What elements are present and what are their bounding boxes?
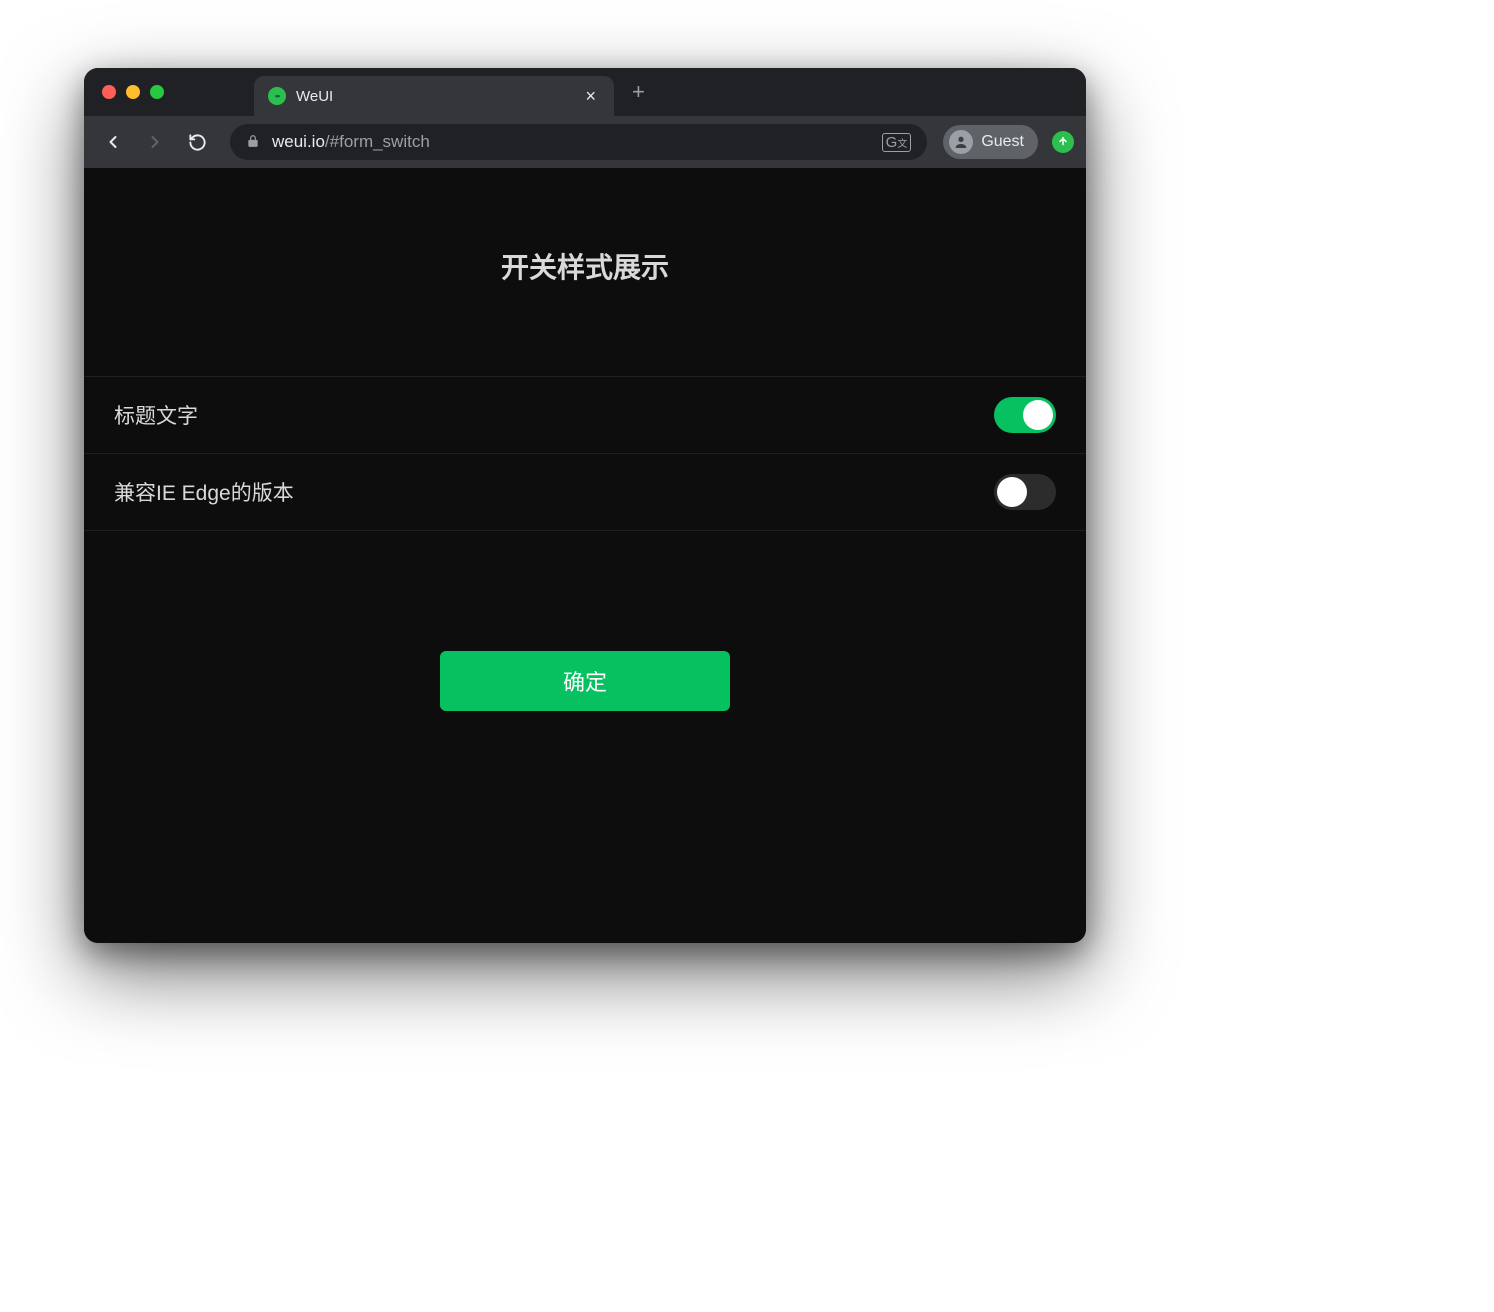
switch-ie-edge[interactable]	[994, 474, 1056, 510]
address-bar[interactable]: weui.io/#form_switch G文	[230, 124, 927, 160]
url-host: weui.io	[272, 132, 325, 151]
new-tab-button[interactable]: +	[632, 79, 645, 105]
url-path: /#form_switch	[325, 132, 430, 151]
window-controls	[102, 85, 164, 99]
back-button[interactable]	[96, 125, 130, 159]
reload-button[interactable]	[180, 125, 214, 159]
avatar-icon	[949, 130, 973, 154]
translate-icon[interactable]: G文	[882, 133, 912, 152]
forward-button[interactable]	[138, 125, 172, 159]
browser-toolbar: weui.io/#form_switch G文 Guest	[84, 116, 1086, 168]
tab-title: WeUI	[296, 88, 571, 105]
switch-title-text[interactable]	[994, 397, 1056, 433]
url-text: weui.io/#form_switch	[272, 132, 430, 152]
switch-knob	[997, 477, 1027, 507]
close-window-button[interactable]	[102, 85, 116, 99]
page-title: 开关样式展示	[84, 246, 1086, 286]
lock-icon	[246, 134, 260, 151]
page: 开关样式展示 标题文字 兼容IE Edge的版本 确定	[84, 168, 1086, 711]
maximize-window-button[interactable]	[150, 85, 164, 99]
submit-button[interactable]: 确定	[440, 651, 730, 711]
profile-label: Guest	[981, 133, 1024, 151]
button-area: 确定	[84, 651, 1086, 711]
profile-chip[interactable]: Guest	[943, 125, 1038, 159]
cell-label: 兼容IE Edge的版本	[114, 477, 294, 507]
browser-window: WeUI × + weui.io/#form_switch G文	[84, 68, 1086, 943]
page-viewport: 开关样式展示 标题文字 兼容IE Edge的版本 确定	[84, 168, 1086, 943]
switch-knob	[1023, 400, 1053, 430]
switch-cell-title-text: 标题文字	[84, 377, 1086, 454]
close-tab-button[interactable]: ×	[581, 86, 600, 107]
minimize-window-button[interactable]	[126, 85, 140, 99]
browser-tab[interactable]: WeUI ×	[254, 76, 614, 116]
tab-strip: WeUI × +	[84, 68, 1086, 116]
cell-label: 标题文字	[114, 400, 198, 430]
extension-badge-icon[interactable]	[1052, 131, 1074, 153]
switch-cells: 标题文字 兼容IE Edge的版本	[84, 376, 1086, 531]
switch-cell-ie-edge: 兼容IE Edge的版本	[84, 454, 1086, 531]
wechat-favicon-icon	[268, 87, 286, 105]
